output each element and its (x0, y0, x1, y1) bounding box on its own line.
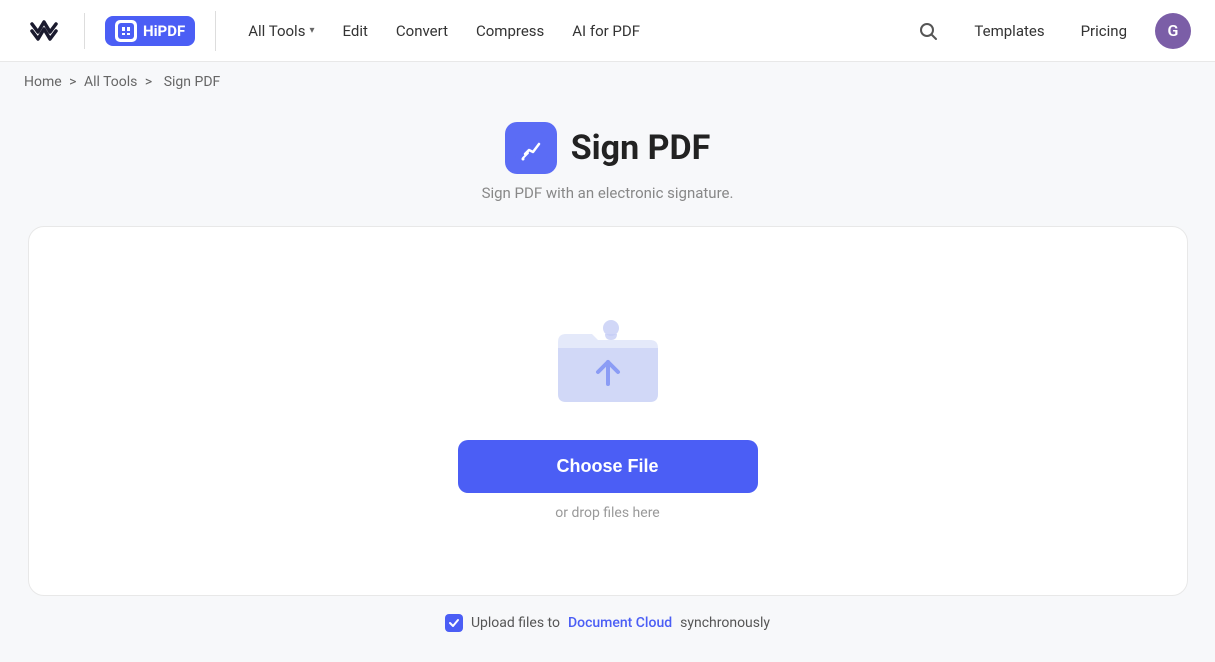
breadcrumb-all-tools[interactable]: All Tools (84, 74, 137, 90)
divider (84, 13, 85, 49)
nav-right: Templates Pricing G (910, 13, 1191, 49)
main-content: Sign PDF Sign PDF with an electronic sig… (0, 102, 1215, 662)
upload-area: Choose File or drop files here (28, 226, 1188, 596)
hipdf-icon (115, 20, 137, 42)
upload-text-before: Upload files to (471, 615, 560, 631)
page-title: Sign PDF (571, 128, 711, 168)
avatar[interactable]: G (1155, 13, 1191, 49)
breadcrumb-separator-1: > (69, 74, 76, 90)
breadcrumb-separator-2: > (145, 74, 152, 90)
nav-compress[interactable]: Compress (464, 14, 556, 48)
page-header: Sign PDF (505, 122, 711, 174)
logo-area: HiPDF (24, 11, 216, 51)
nav-ai-for-pdf[interactable]: AI for PDF (560, 14, 652, 48)
wondershare-logo[interactable] (24, 11, 64, 51)
nav-edit[interactable]: Edit (330, 14, 379, 48)
header: HiPDF All Tools ▾ Edit Convert Compress … (0, 0, 1215, 62)
folder-upload-icon (548, 312, 668, 416)
templates-link[interactable]: Templates (966, 18, 1052, 44)
chevron-down-icon: ▾ (309, 25, 314, 36)
nav-convert[interactable]: Convert (384, 14, 460, 48)
upload-text-after: synchronously (680, 615, 770, 631)
sign-pdf-icon (505, 122, 557, 174)
document-cloud-link[interactable]: Document Cloud (568, 615, 672, 631)
pricing-link[interactable]: Pricing (1073, 18, 1135, 44)
upload-sync-option: Upload files to Document Cloud synchrono… (445, 614, 770, 632)
drop-hint-text: or drop files here (555, 505, 659, 521)
choose-file-button[interactable]: Choose File (458, 440, 758, 493)
page-subtitle: Sign PDF with an electronic signature. (482, 184, 734, 202)
nav-all-tools[interactable]: All Tools ▾ (236, 14, 326, 48)
breadcrumb-current: Sign PDF (164, 74, 221, 90)
breadcrumb: Home > All Tools > Sign PDF (0, 62, 1215, 102)
main-nav: All Tools ▾ Edit Convert Compress AI for… (236, 14, 910, 48)
hipdf-label: HiPDF (143, 22, 185, 40)
search-button[interactable] (910, 13, 946, 49)
breadcrumb-home[interactable]: Home (24, 74, 62, 90)
hipdf-logo[interactable]: HiPDF (105, 16, 195, 46)
sync-checkbox[interactable] (445, 614, 463, 632)
